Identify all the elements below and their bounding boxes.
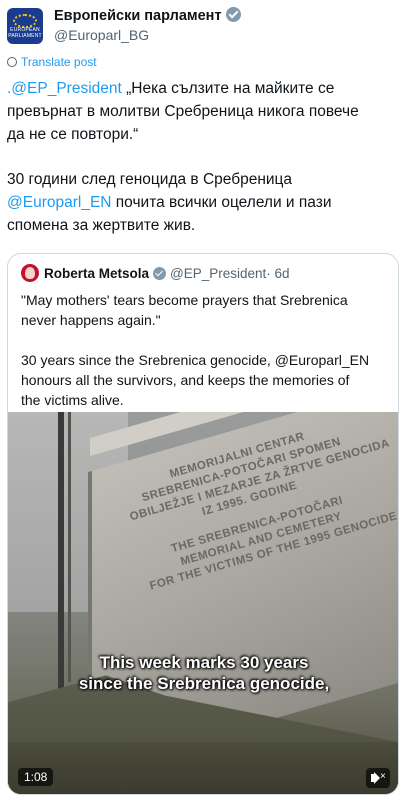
display-name[interactable]: Европейски парламент <box>54 8 222 24</box>
video-pole-secondary <box>68 412 71 682</box>
post-text-line: .@EP_President „Нека сълзите на майките … <box>7 77 399 100</box>
quoted-post-header: Roberta Metsola @EP_President· 6d <box>21 264 290 284</box>
account-avatar[interactable]: EUROPEAN PARLIAMENT <box>7 8 43 44</box>
mention-link-ep-president[interactable]: .@EP_President <box>7 80 122 97</box>
post-text-line: да не се повтори.“ <box>7 126 139 143</box>
post-header: EUROPEAN PARLIAMENT Европейски парламент… <box>7 6 397 46</box>
quoted-text-line: never happens again." <box>21 312 161 328</box>
account-handle[interactable]: @Europarl_BG <box>54 27 149 43</box>
mention-link-europarl-en[interactable]: @Europarl_EN <box>7 194 111 211</box>
translate-globe-icon <box>7 57 17 67</box>
video-elapsed-time: 1:08 <box>18 768 54 786</box>
mute-x-glyph: × <box>380 771 386 782</box>
quoted-timestamp: · 6d <box>266 266 290 281</box>
avatar-caption: EUROPEAN PARLIAMENT <box>8 27 42 39</box>
video-caption: This week marks 30 years since the Srebr… <box>8 652 398 694</box>
display-name-row[interactable]: Европейски парламент <box>54 7 241 24</box>
post-text-line: спомена за жертвите жив. <box>7 217 196 234</box>
quoted-text-line: honours all the survivors, and keeps the… <box>21 372 350 388</box>
speaker-muted-icon[interactable]: × <box>366 768 390 788</box>
quoted-verified-badge-icon <box>153 267 167 280</box>
eu-stars-logo <box>13 14 37 28</box>
translate-post-link[interactable]: Translate post <box>7 55 97 69</box>
quoted-post[interactable]: Roberta Metsola @EP_President· 6d "May mo… <box>7 253 399 795</box>
quoted-post-text: "May mothers' tears become prayers that … <box>21 290 391 410</box>
post-text-segment: почита всички оцелели и пази <box>111 194 332 211</box>
translate-label[interactable]: Translate post <box>21 55 97 69</box>
video-caption-line: This week marks 30 years <box>99 653 309 672</box>
quoted-text-line: the victims alive. <box>21 392 124 408</box>
post-text-line: 30 години след геноцида в Сребреница <box>7 171 293 188</box>
quoted-text-line: "May mothers' tears become prayers that … <box>21 292 348 308</box>
post-text-line: @Europarl_EN почита всички оцелели и паз… <box>7 191 399 214</box>
video-player[interactable]: MEMORIJALNI CENTAR SREBRENICA-POTOČARI S… <box>8 412 398 794</box>
quoted-display-name[interactable]: Roberta Metsola <box>44 266 149 281</box>
quoted-avatar[interactable] <box>21 264 39 282</box>
quoted-handle[interactable]: @EP_President <box>170 266 266 281</box>
post-text: .@EP_President „Нека сълзите на майките … <box>7 77 399 237</box>
quoted-text-line: 30 years since the Srebrenica genocide, … <box>21 352 370 368</box>
verified-badge-icon <box>225 7 241 22</box>
post-text-line: превърнат в молитви Сребреница никога по… <box>7 103 359 120</box>
post-text-segment: „Нека сълзите на майките се <box>121 80 335 97</box>
video-caption-line: since the Srebrenica genocide, <box>78 674 330 693</box>
video-shrubs <box>8 742 398 794</box>
